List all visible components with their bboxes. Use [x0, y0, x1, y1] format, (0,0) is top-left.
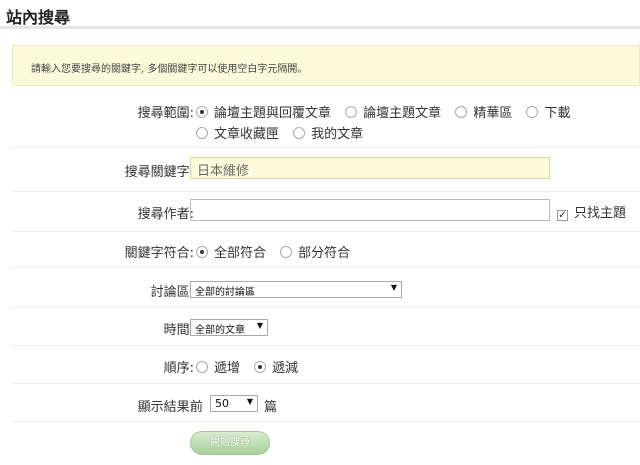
results-label: 顯示結果: [137, 400, 194, 415]
forum-select[interactable]: 全部的討論區 ▼ [190, 281, 402, 298]
keyword-input[interactable]: 日本維修 [190, 157, 550, 179]
order-option-desc[interactable]: 遞減 [254, 357, 298, 376]
hint-text: 請輸入您要搜尋的關鍵字, 多個關鍵字可以使用空白字元隔開。 [31, 64, 308, 75]
radio-icon[interactable] [254, 361, 267, 373]
order-row: 順序: 遞增 遞減 [12, 346, 640, 384]
keyword-row: 搜尋關鍵字: 日本維修 [12, 148, 640, 192]
time-row: 時間: 全部的文章 ▼ [12, 308, 640, 346]
chevron-down-icon: ▼ [390, 283, 397, 292]
forum-label: 討論區: [150, 285, 194, 300]
radio-icon[interactable] [526, 106, 539, 118]
radio-icon[interactable] [196, 106, 208, 118]
scope-option-4[interactable]: 文章收藏匣 [196, 123, 279, 142]
match-label: 關鍵字符合: [124, 246, 194, 261]
radio-icon[interactable] [455, 106, 468, 118]
match-option-all[interactable]: 全部符合 [196, 242, 266, 261]
order-label: 順序: [163, 361, 194, 376]
keyword-label: 搜尋關鍵字: [124, 165, 194, 180]
scope-label: 搜尋範圍: [137, 106, 194, 121]
match-row: 關鍵字符合: 全部符合 部分符合 [12, 232, 640, 268]
radio-icon[interactable] [196, 127, 208, 139]
check-icon[interactable]: ✓ [557, 210, 568, 221]
scope-option-5[interactable]: 我的文章 [293, 123, 363, 142]
match-option-partial[interactable]: 部分符合 [280, 242, 350, 261]
search-submit-button[interactable]: 開始搜尋 [190, 431, 270, 455]
scope-options-line-2: 文章收藏匣 我的文章 [196, 123, 373, 142]
page-title: 站內搜尋 [6, 8, 71, 27]
scope-option-2[interactable]: 精華區 [455, 102, 512, 121]
scope-options-line-1: 論壇主題與回覆文章 論壇主題文章 精華區 下載 [196, 102, 580, 121]
author-row: 搜尋作者: ✓ 只找主題 [12, 192, 640, 232]
match-options: 全部符合 部分符合 [196, 242, 360, 261]
hint-box: 請輸入您要搜尋的關鍵字, 多個關鍵字可以使用空白字元隔開。 [12, 45, 640, 86]
scope-option-1[interactable]: 論壇主題文章 [345, 102, 441, 121]
time-select[interactable]: 全部的文章 ▼ [190, 319, 268, 336]
radio-icon[interactable] [345, 106, 358, 118]
chevron-down-icon: ▼ [256, 321, 263, 330]
scope-option-3[interactable]: 下載 [526, 102, 570, 121]
author-input[interactable] [190, 199, 550, 221]
scope-row: 搜尋範圍: 論壇主題與回覆文章 論壇主題文章 精華區 下載 文章收藏匣 我的文章 [12, 96, 640, 148]
results-row: 顯示結果: 前 50 ▼ 篇 [12, 384, 640, 422]
results-prefix: 前 [190, 400, 204, 415]
radio-icon[interactable] [196, 361, 208, 373]
radio-icon[interactable] [280, 246, 293, 258]
scope-option-0[interactable]: 論壇主題與回覆文章 [196, 102, 331, 121]
results-count-select[interactable]: 50 ▼ [210, 395, 258, 412]
title-divider [0, 26, 640, 29]
order-option-asc[interactable]: 遞增 [196, 357, 240, 376]
radio-icon[interactable] [196, 246, 208, 258]
results-suffix: 篇 [264, 400, 278, 415]
forum-row: 討論區: 全部的討論區 ▼ [12, 268, 640, 308]
radio-icon[interactable] [293, 127, 306, 139]
order-options: 遞增 遞減 [196, 357, 308, 376]
chevron-down-icon: ▼ [246, 397, 253, 406]
author-label: 搜尋作者: [137, 207, 194, 222]
topic-only-option[interactable]: ✓ 只找主題 [557, 202, 626, 221]
